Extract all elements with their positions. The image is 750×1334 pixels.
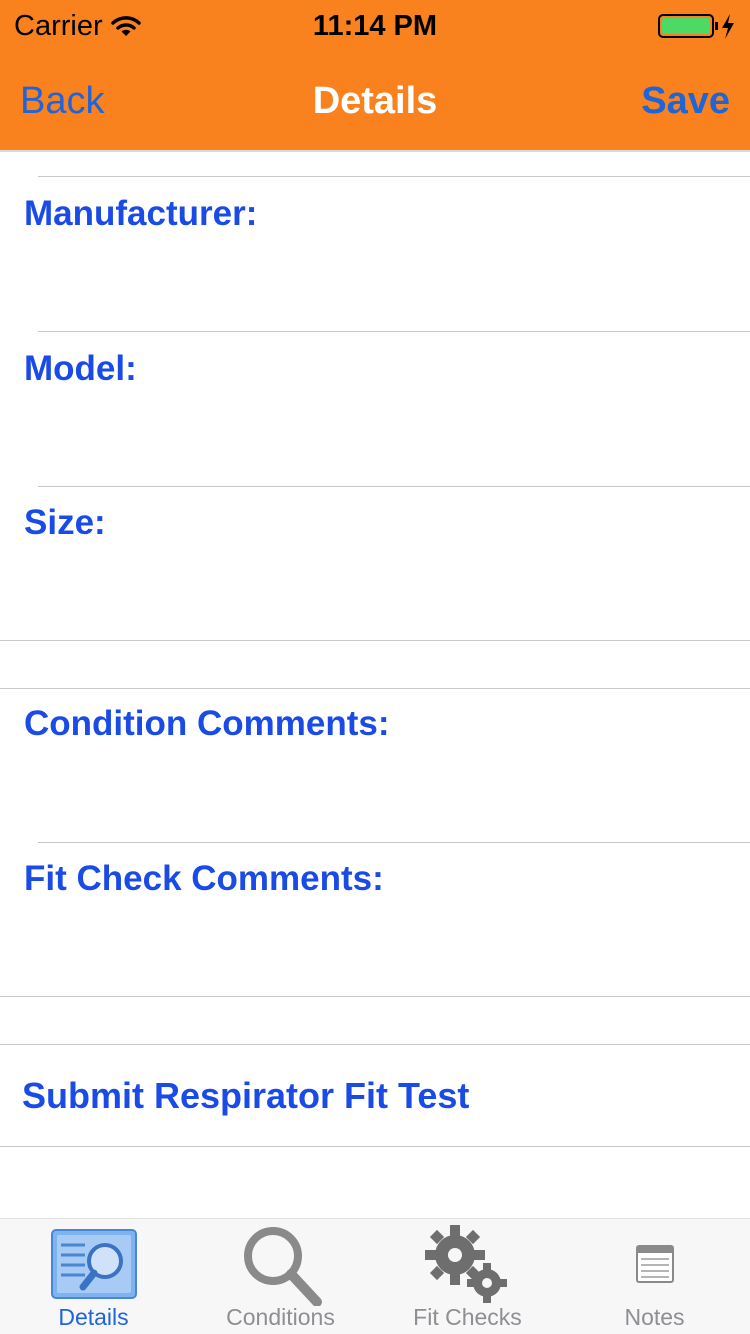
tab-notes-label: Notes bbox=[624, 1304, 685, 1330]
fit-check-comments-field[interactable]: Fit Check Comments: bbox=[24, 858, 384, 900]
navigation-bar: Carrier 11:14 PM Back Details Save bbox=[0, 0, 750, 150]
screen: Carrier 11:14 PM Back Details Save Manuf… bbox=[0, 0, 750, 1334]
manufacturer-field[interactable]: Manufacturer: bbox=[24, 193, 257, 235]
save-button[interactable]: Save bbox=[641, 78, 730, 124]
tab-bar: Details Conditions Fit Checks Notes bbox=[0, 1218, 750, 1334]
row-separator bbox=[38, 176, 750, 177]
tab-details[interactable]: Details bbox=[0, 1219, 187, 1334]
row-separator bbox=[38, 842, 750, 843]
section-separator bbox=[0, 996, 750, 997]
model-field[interactable]: Model: bbox=[24, 348, 137, 390]
tab-details-label: Details bbox=[58, 1304, 129, 1330]
submit-fit-test-button[interactable]: Submit Respirator Fit Test bbox=[22, 1074, 469, 1118]
row-separator bbox=[38, 331, 750, 332]
condition-comments-field[interactable]: Condition Comments: bbox=[24, 703, 390, 745]
section-separator bbox=[0, 640, 750, 641]
details-document-magnifier-icon bbox=[50, 1229, 137, 1299]
row-separator bbox=[38, 486, 750, 487]
size-field[interactable]: Size: bbox=[24, 502, 106, 544]
nav-divider bbox=[0, 150, 750, 152]
tab-conditions-label: Conditions bbox=[226, 1304, 335, 1330]
status-time: 11:14 PM bbox=[312, 10, 438, 42]
tab-conditions[interactable]: Conditions bbox=[187, 1219, 374, 1334]
notepad-icon bbox=[635, 1245, 674, 1283]
gears-icon bbox=[424, 1225, 507, 1303]
tab-fit-checks[interactable]: Fit Checks bbox=[374, 1219, 561, 1334]
section-separator bbox=[0, 1044, 750, 1045]
section-separator bbox=[0, 1146, 750, 1147]
page-title: Details bbox=[312, 80, 438, 122]
tab-fit-checks-label: Fit Checks bbox=[413, 1304, 522, 1330]
magnifying-glass-icon bbox=[243, 1227, 322, 1306]
battery-charging-icon bbox=[658, 14, 734, 39]
section-separator bbox=[0, 688, 750, 689]
tab-notes[interactable]: Notes bbox=[561, 1219, 748, 1334]
